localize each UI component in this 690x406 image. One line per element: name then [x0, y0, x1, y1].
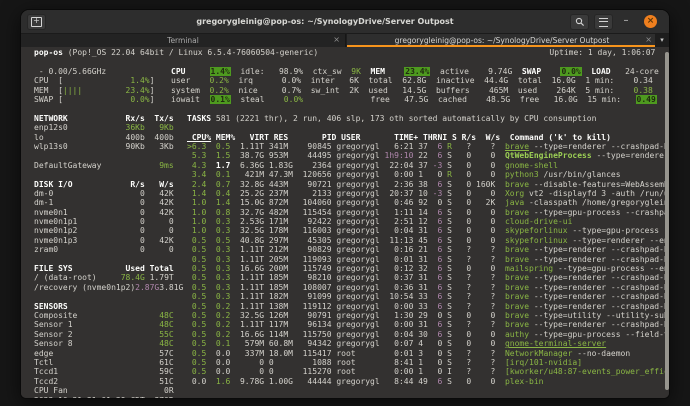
search-icon	[575, 17, 585, 27]
gauge-cpu: CPU [ 1.4%]	[34, 76, 154, 85]
terminal-scrollbar[interactable]	[665, 52, 669, 390]
process-row: 5.3 1.5 38.7G 953M 44495 gregorygl 1h9:1…	[187, 151, 669, 160]
panel-row: nvme0n1 0 42K	[34, 208, 183, 217]
process-row: 0.5 0.0 0 0 1088 root 8:41 1 0 S ? ? [ir…	[187, 358, 669, 367]
terminal-window: + gregorygleinig@pop-os: ~/SynologyDrive…	[20, 9, 670, 399]
titlebar[interactable]: + gregorygleinig@pop-os: ~/SynologyDrive…	[21, 10, 669, 34]
minimize-button[interactable]: –	[619, 14, 633, 30]
tab-close-icon[interactable]: ×	[645, 34, 652, 47]
process-row: 0.5 0.3 1.11T 212M 90829 gregorygl 0:16 …	[187, 245, 669, 254]
panel-row: dm-0 0 42K	[34, 189, 183, 198]
panel-row: dm-1 0 42K	[34, 198, 183, 207]
panel-row: /recovery (nvme0n1p2)2.87G3.81G	[34, 283, 183, 292]
process-row: 1.0 0.8 32.7G 482M 115454 gregorygl 1:11…	[187, 208, 669, 217]
tab-close-icon[interactable]: ×	[333, 34, 340, 47]
process-row: 1.4 0.4 25.2G 237M 2133 gregorygl 20:37 …	[187, 189, 669, 198]
panel-row: Tctl 61C	[34, 358, 183, 367]
process-row: 0.5 0.2 1.11T 138M 119112 gregorygl 0:00…	[187, 302, 669, 311]
process-row: 1.0 0.3 2.53G 171M 92422 gregorygl 2:51 …	[187, 217, 669, 226]
panel-row	[34, 255, 183, 264]
process-row: 0.5 0.3 1.11T 182M 91099 gregorygl 10:54…	[187, 292, 669, 301]
tab-list-dropdown[interactable]: ▾	[655, 34, 669, 47]
panel-row: Tccd2 51C	[34, 377, 183, 386]
panel-row: Sensor 2 55C	[34, 330, 183, 339]
panel-row: lo 400b 400b	[34, 133, 183, 142]
panel-row: Tccd1 59C	[34, 367, 183, 376]
panel-row	[34, 292, 183, 301]
process-panel: TASKS 581 (2221 thr), 2 run, 406 slp, 17…	[187, 114, 669, 386]
process-row: 0.5 0.2 1.11T 117M 96134 gregorygl 0:00 …	[187, 320, 669, 329]
process-row: >6.3 0.5 1.11T 341M 90845 gregorygl 6:21…	[187, 142, 669, 151]
panel-row: Sensor 8 48C	[34, 339, 183, 348]
tasks-summary-line: TASKS 581 (2221 thr), 2 run, 406 slp, 17…	[187, 114, 669, 123]
panel-header-row: SENSORS	[34, 302, 183, 311]
menu-button[interactable]	[594, 14, 613, 30]
panel-row: DefaultGateway 9ms	[34, 161, 183, 170]
tab-label: gregorygleinig@pop-os: ~/SynologyDrive/S…	[361, 34, 643, 47]
gauge-mem: MEM [|||| 23.4%]	[34, 86, 154, 95]
panel-row: / (data-root) 78.4G 1.79T	[34, 273, 183, 282]
plus-window-icon: +	[31, 17, 42, 27]
panel-row: Sensor 1 48C	[34, 320, 183, 329]
cpu-mem-swap-load-panel: CPU 1.4% idle: 98.9% ctx_sw 9K MEM 23.4%…	[171, 67, 659, 105]
search-button[interactable]	[570, 14, 589, 30]
tab-terminal[interactable]: Terminal ×	[21, 34, 346, 47]
panel-row: CPU Fan 0R	[34, 386, 183, 395]
tab-active-session[interactable]: gregorygleinig@pop-os: ~/SynologyDrive/S…	[347, 34, 657, 47]
stats-row: iowait 0.1% steal 0.0% free 47.5G cached…	[171, 95, 659, 104]
process-row: 0.5 0.3 1.11T 205M 119093 gregorygl 0:01…	[187, 255, 669, 264]
stats-row: CPU 1.4% idle: 98.9% ctx_sw 9K MEM 23.4%…	[171, 67, 659, 76]
quicklook-panel: - 0.00/5.66GHzCPU [ 1.4%]MEM [|||| 23.4%…	[34, 67, 154, 105]
tab-label: Terminal	[35, 34, 331, 47]
chevron-down-icon: ▾	[660, 36, 664, 44]
process-row: 1.0 1.4 15.0G 872M 104060 gregorygl 0:46…	[187, 198, 669, 207]
process-row: 0.5 0.2 32.5G 126M 90791 gregorygl 1:30 …	[187, 311, 669, 320]
process-row: 0.0 1.6 9.78G 1.00G 44444 gregorygl 8:44…	[187, 377, 669, 386]
process-row: 2.4 0.7 32.8G 443M 90721 gregorygl 2:36 …	[187, 180, 669, 189]
process-row: 0.5 0.0 0 0 115270 root 0:00 1 0 I ? ? […	[187, 367, 669, 376]
panel-row: zram0 0 0	[34, 245, 183, 254]
panel-row: enp12s0 36Kb 9Kb	[34, 123, 183, 132]
process-row: 0.5 0.2 16.6G 114M 115750 gregorygl 0:04…	[187, 330, 669, 339]
panel-row	[34, 151, 183, 160]
process-row: 0.5 0.0 337M 18.0M 115417 root 0:01 3 0 …	[187, 349, 669, 358]
cpu-frequency: - 0.00/5.66GHz	[34, 67, 154, 76]
process-row: 0.5 0.5 40.8G 297M 45305 gregorygl 11:13…	[187, 236, 669, 245]
stats-row: system 0.2% nice 0.7% sw_int 2K used 14.…	[171, 86, 659, 95]
side-panels: NETWORK Rx/s Tx/senp12s0 36Kb 9Kblo 400b…	[34, 114, 183, 399]
close-icon: ×	[647, 16, 655, 26]
process-row: 0.5 0.3 1.11T 185M 98210 gregorygl 0:37 …	[187, 273, 669, 282]
close-button[interactable]: ×	[644, 15, 657, 28]
terminal-line	[187, 123, 669, 132]
new-tab-button[interactable]: +	[27, 14, 46, 30]
panel-row: nvme0n1p1 0 0	[34, 217, 183, 226]
panel-row: wlp13s0 90Kb 3Kb	[34, 142, 183, 151]
process-row: 3.4 0.1 421M 47.3M 120656 gregorygl 0:00…	[187, 170, 669, 179]
process-row: 0.5 0.1 579M 60.8M 94342 gregorygl 0:07 …	[187, 339, 669, 348]
panel-header-row: DISK I/O R/s W/s	[34, 180, 183, 189]
process-header-row: CPU% MEM% VIRT RES PID USER TIME+ THRNI …	[187, 133, 669, 142]
panel-row: nvme0n1p3 0 42K	[34, 236, 183, 245]
tab-bar: Terminal × gregorygleinig@pop-os: ~/Syno…	[21, 34, 669, 47]
process-row: 0.5 0.3 16.6G 200M 115749 gregorygl 0:12…	[187, 264, 669, 273]
stats-row: user 0.2% irq 0.0% inter 6K total 62.8G …	[171, 76, 659, 85]
panel-row: nvme0n1p2 0 0	[34, 226, 183, 235]
panel-row	[34, 170, 183, 179]
panel-header-row: FILE SYS Used Total	[34, 264, 183, 273]
process-row: 1.0 0.3 32.5G 178M 116003 gregorygl 0:04…	[187, 226, 669, 235]
panel-row: edge 57C	[34, 349, 183, 358]
gauge-swap: SWAP [ 0.0%]	[34, 95, 154, 104]
process-row: 0.5 0.3 1.11T 185M 108007 gregorygl 0:36…	[187, 283, 669, 292]
hamburger-icon	[599, 18, 608, 27]
panel-header-row: NETWORK Rx/s Tx/s	[34, 114, 183, 123]
minimize-icon: –	[624, 15, 629, 26]
system-header-line: pop-os (Pop!_OS 22.04 64bit / Linux 6.5.…	[34, 48, 655, 57]
process-row: 4.3 1.7 6.36G 1.83G 2364 gregorygl 22:04…	[187, 161, 669, 170]
terminal-body[interactable]: pop-os (Pop!_OS 22.04 64bit / Linux 6.5.…	[21, 47, 670, 399]
window-title: gregorygleinig@pop-os: ~/SynologyDrive/S…	[81, 10, 569, 34]
panel-row: 2023-10-21 21:01:39 CDT 870R	[34, 396, 183, 399]
panel-row: Composite 48C	[34, 311, 183, 320]
